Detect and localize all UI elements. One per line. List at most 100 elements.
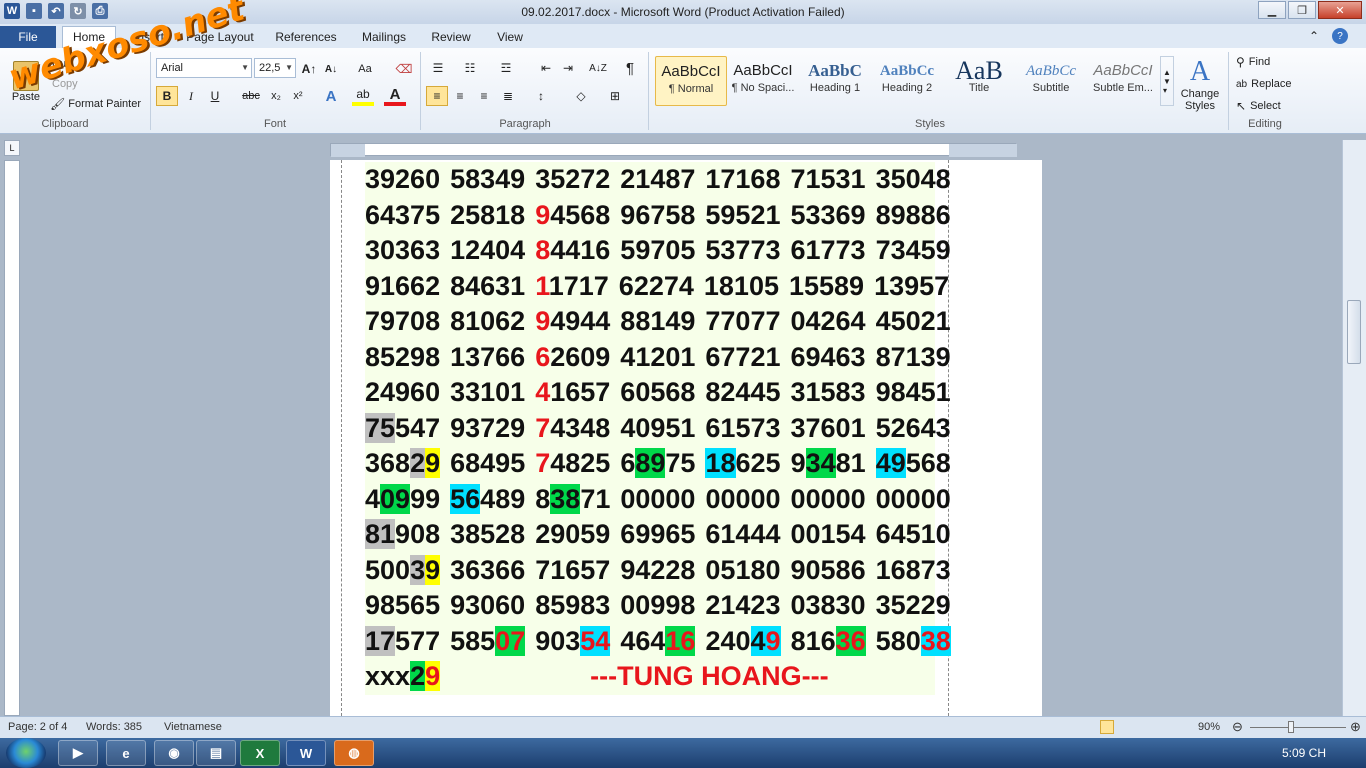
zoom-slider-handle[interactable] <box>1288 721 1294 733</box>
zoom-out-icon[interactable]: ⊖ <box>1232 719 1243 735</box>
numbering-icon[interactable]: ☷ <box>460 58 480 78</box>
tab-file[interactable]: File <box>0 26 56 48</box>
font-name-combo[interactable]: Arial ▼ <box>156 58 252 78</box>
decrease-indent-icon[interactable]: ⇤ <box>536 58 556 78</box>
style-heading-1[interactable]: AaBbC Heading 1 <box>799 56 871 106</box>
excel-icon[interactable]: X <box>240 740 280 766</box>
shading-icon[interactable]: ◇ <box>570 86 592 106</box>
style-no-spacing[interactable]: AaBbCcI ¶ No Spaci... <box>727 56 799 106</box>
vertical-ruler[interactable] <box>4 160 20 716</box>
horizontal-ruler[interactable] <box>330 143 1017 157</box>
increase-indent-icon[interactable]: ⇥ <box>558 58 578 78</box>
scroll-thumb[interactable] <box>1347 300 1361 364</box>
style-heading-2[interactable]: AaBbCc Heading 2 <box>871 56 943 106</box>
justify-icon[interactable]: ≣ <box>498 86 518 106</box>
highlighted-digits: 07 <box>495 625 526 656</box>
number-group: 45021 <box>875 306 951 336</box>
tab-selector-button[interactable]: L <box>4 140 20 156</box>
file-explorer-icon[interactable]: ▤ <box>196 740 236 766</box>
number-line[interactable]: 36829 68495 74825 68975 18625 93481 49568 <box>365 446 951 482</box>
strikethrough-button[interactable]: abc <box>240 86 262 106</box>
start-button[interactable] <box>6 738 46 768</box>
style-subtitle[interactable]: AaBbCc Subtitle <box>1015 56 1087 106</box>
superscript-button[interactable]: x² <box>288 86 308 106</box>
number-group: 94568 <box>535 199 611 230</box>
select-button[interactable]: ↖ Select <box>1236 98 1281 114</box>
find-button[interactable]: ⚲ Find <box>1236 54 1270 70</box>
clock[interactable]: 5:09 CH <box>1282 746 1326 760</box>
number-line[interactable]: 98565 93060 85983 00998 21423 03830 35229 <box>365 588 951 624</box>
number-group: 67721 <box>705 341 781 372</box>
help-icon[interactable]: ? <box>1332 28 1348 44</box>
page-count[interactable]: Page: 2 of 4 <box>8 721 67 733</box>
number-line[interactable]: xxx29 ---TUNG HOANG--- <box>365 659 935 695</box>
tab-view[interactable]: View <box>488 28 532 48</box>
format-painter-button[interactable]: 🖌 Format Painter <box>50 96 141 112</box>
change-case-icon[interactable]: Aa <box>354 60 376 78</box>
text-effects-icon[interactable]: A <box>320 86 342 106</box>
number-line[interactable]: 75547 93729 74348 40951 61573 37601 52643 <box>365 410 951 446</box>
clear-formatting-icon[interactable]: ⌫ <box>394 60 414 78</box>
bullets-icon[interactable]: ☰ <box>428 58 448 78</box>
line-spacing-icon[interactable]: ↕ <box>530 86 552 106</box>
borders-icon[interactable]: ⊞ <box>604 86 626 106</box>
print-layout-icon[interactable] <box>1100 720 1114 734</box>
style-normal[interactable]: AaBbCcI ¶ Normal <box>655 56 727 106</box>
sort-icon[interactable]: A↓Z <box>588 58 608 78</box>
number-group: 24049 <box>705 625 781 656</box>
maximize-button[interactable]: ❐ <box>1288 1 1316 19</box>
zoom-slider[interactable] <box>1250 727 1346 728</box>
align-center-icon[interactable]: ≡ <box>450 86 470 106</box>
internet-explorer-icon[interactable]: e <box>106 740 146 766</box>
firefox-icon[interactable]: ◍ <box>334 740 374 766</box>
tab-references[interactable]: References <box>270 28 342 48</box>
number-line[interactable]: 40999 56489 83871 00000 00000 00000 00000 <box>365 481 951 517</box>
tab-mailings[interactable]: Mailings <box>354 28 414 48</box>
number-group: 03830 <box>790 590 866 620</box>
zoom-level[interactable]: 90% <box>1198 721 1220 733</box>
grow-font-icon[interactable]: A↑ <box>300 60 318 78</box>
font-size-combo[interactable]: 22,5 ▼ <box>254 58 296 78</box>
change-styles-button[interactable]: A Change Styles <box>1176 54 1224 114</box>
number-line[interactable]: 81908 38528 29059 69965 61444 00154 64510 <box>365 517 951 553</box>
number-line[interactable]: 91662 84631 11717 62274 18105 15589 13957 <box>365 268 949 304</box>
styles-gallery-scroll[interactable]: ▲ ▼ ▾ <box>1160 56 1174 106</box>
zoom-in-icon[interactable]: ⊕ <box>1350 719 1361 735</box>
document-page[interactable]: 39260 58349 35272 21487 17168 71531 35048 64375… <box>330 160 1042 716</box>
number-line[interactable]: 50039 36366 71657 94228 05180 90586 16873 <box>365 552 951 588</box>
media-player-icon[interactable]: ▶ <box>58 740 98 766</box>
bold-button[interactable]: B <box>156 86 178 106</box>
tab-review[interactable]: Review <box>426 28 476 48</box>
minimize-ribbon-icon[interactable]: ⌃ <box>1306 28 1322 44</box>
number-line[interactable]: 24960 33101 41657 60568 82445 31583 98451 <box>365 375 951 411</box>
subscript-button[interactable]: x₂ <box>266 86 286 106</box>
style-title[interactable]: AaB Title <box>943 56 1015 106</box>
minimize-button[interactable]: ▁ <box>1258 1 1286 19</box>
highlighted-digits: 36 <box>835 625 866 656</box>
number-line[interactable]: 39260 58349 35272 21487 17168 71531 35048 <box>365 162 951 198</box>
number-line[interactable]: 85298 13766 62609 41201 67721 69463 87139 <box>365 339 951 375</box>
align-right-icon[interactable]: ≡ <box>474 86 494 106</box>
number-line[interactable]: 64375 25818 94568 96758 59521 53369 89886 <box>365 197 951 233</box>
styles-group-label: Styles <box>915 118 945 130</box>
multilevel-list-icon[interactable]: ☲ <box>496 58 516 78</box>
show-marks-icon[interactable]: ¶ <box>620 58 640 78</box>
align-left-icon[interactable]: ≡ <box>426 86 448 106</box>
highlight-icon[interactable]: ab <box>352 86 374 106</box>
style-subtle-emphasis[interactable]: AaBbCcI Subtle Em... <box>1087 56 1159 106</box>
browser-icon[interactable]: ◉ <box>154 740 194 766</box>
shrink-font-icon[interactable]: A↓ <box>322 60 340 78</box>
underline-button[interactable]: U <box>206 86 224 106</box>
language-indicator[interactable]: Vietnamese <box>164 721 222 733</box>
italic-button[interactable]: I <box>182 86 200 106</box>
vertical-scrollbar[interactable] <box>1342 140 1366 716</box>
word-icon[interactable]: W <box>286 740 326 766</box>
word-count[interactable]: Words: 385 <box>86 721 142 733</box>
font-color-icon[interactable]: A <box>384 86 406 106</box>
close-button[interactable]: ✕ <box>1318 1 1362 19</box>
number-line[interactable]: 17577 58507 90354 46416 24049 81636 58038 <box>365 623 951 659</box>
number-line[interactable]: 30363 12404 84416 59705 53773 61773 73459 <box>365 233 951 269</box>
replace-button[interactable]: ab Replace <box>1236 76 1291 92</box>
number-line[interactable]: 79708 81062 94944 88149 77077 04264 45021 <box>365 304 951 340</box>
number-group: 53369 <box>790 199 866 230</box>
